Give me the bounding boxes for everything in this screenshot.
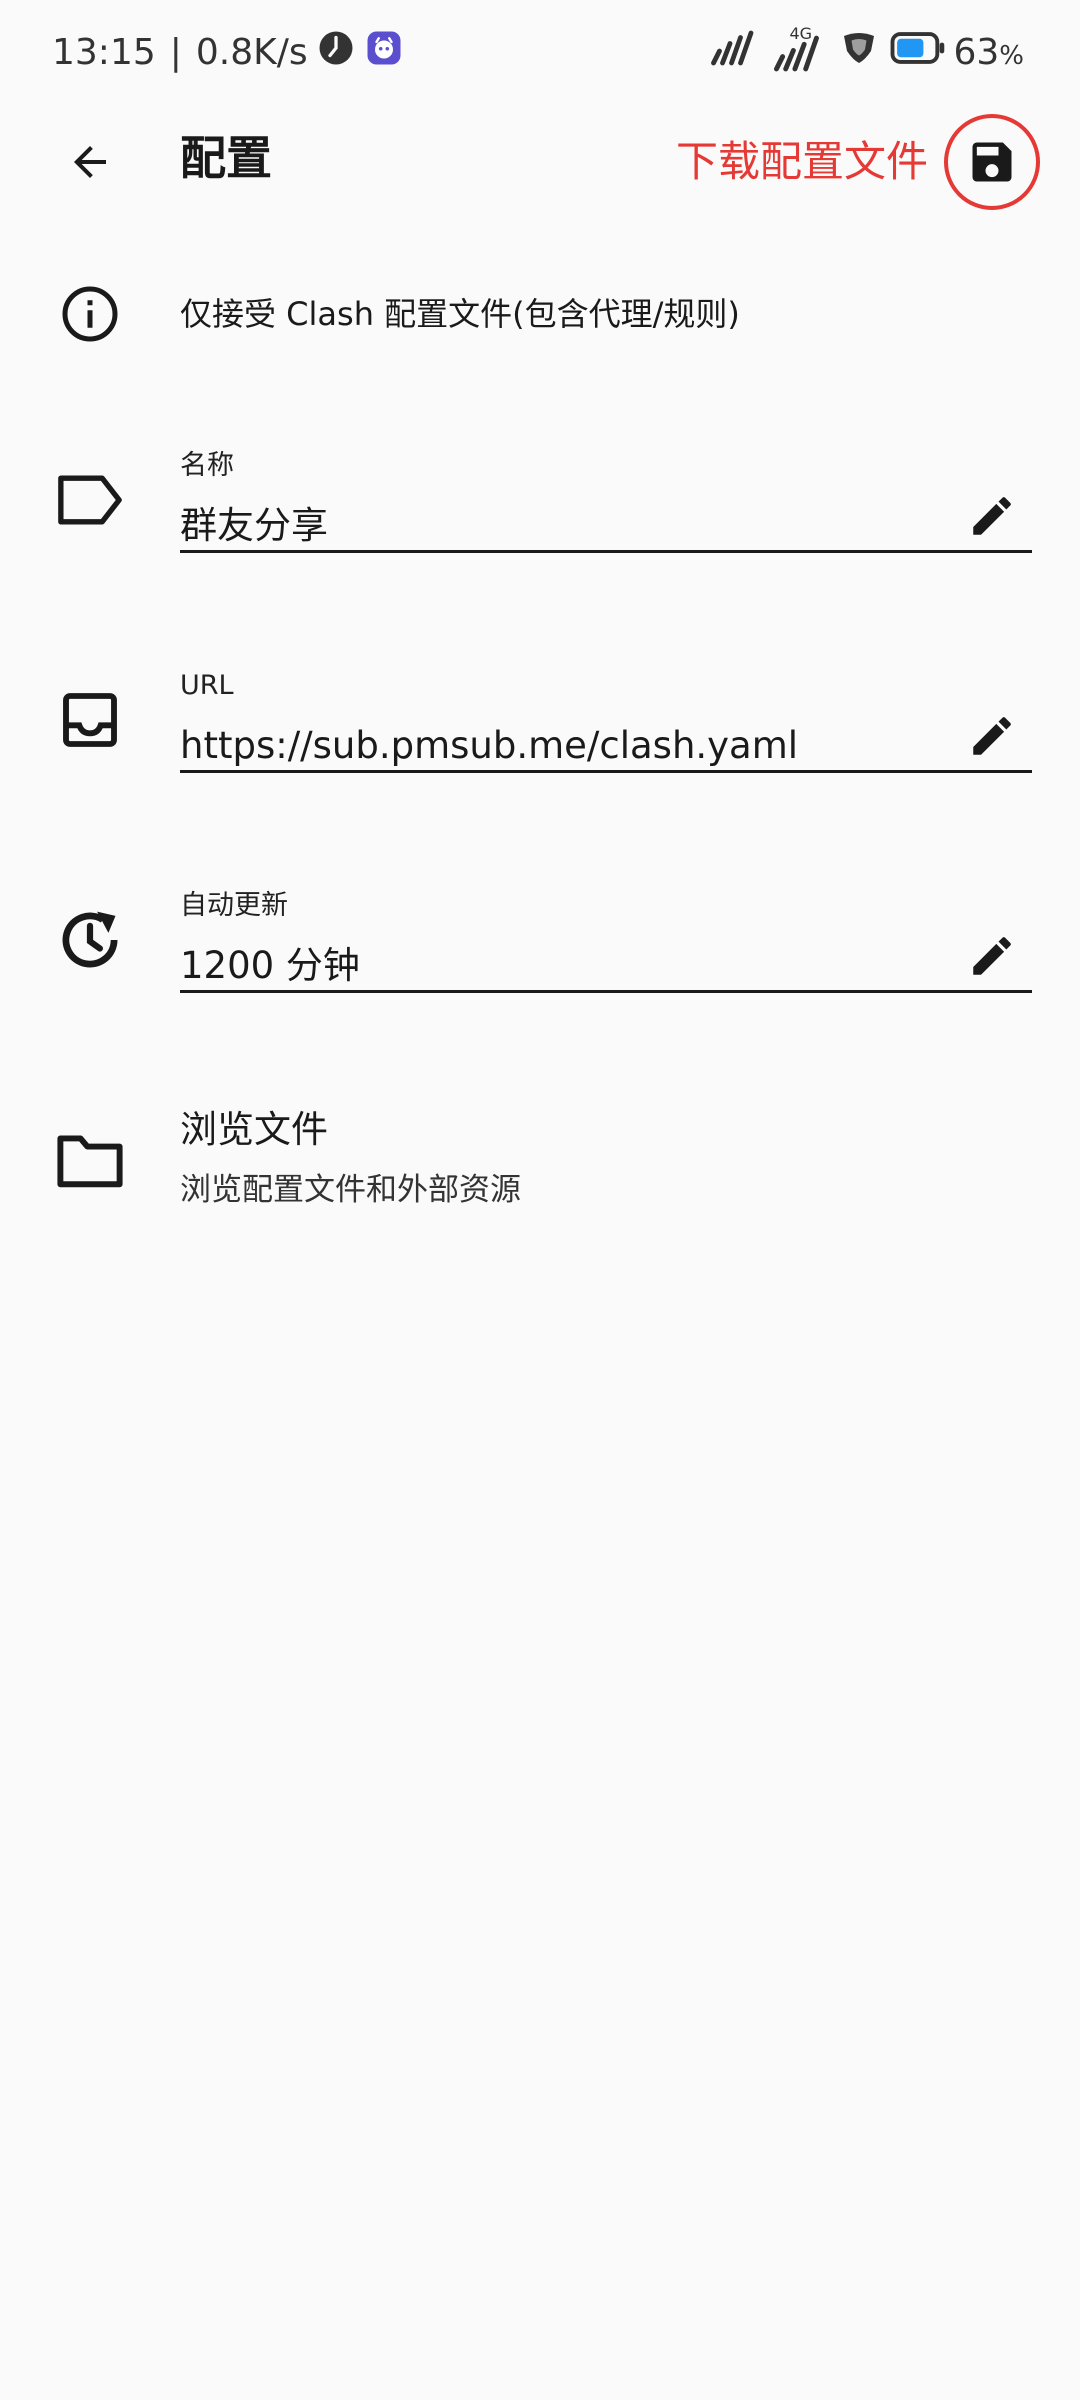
status-bar: 13:15 | 0.8K/s 4G 63%	[0, 0, 1080, 104]
name-edit-button[interactable]	[958, 482, 1026, 550]
url-field-row[interactable]: URL https://sub.pmsub.me/clash.yaml	[0, 660, 1080, 780]
signal-strength-icon	[709, 30, 757, 75]
back-button[interactable]	[52, 124, 128, 200]
arrow-back-icon	[74, 146, 106, 178]
shield-icon	[839, 30, 879, 75]
info-row: 仅接受 Clash 配置文件(包含代理/规则)	[0, 272, 1080, 356]
browse-files-subtitle: 浏览配置文件和外部资源	[180, 1172, 521, 1208]
signal-4g-icon: 4G	[767, 24, 829, 72]
name-field-row[interactable]: 名称 群友分享	[0, 440, 1080, 560]
network-type-label: 4G	[789, 24, 813, 43]
save-button[interactable]	[944, 114, 1040, 210]
auto-update-edit-button[interactable]	[958, 922, 1026, 990]
name-field-underline	[180, 550, 1032, 553]
url-edit-button[interactable]	[958, 702, 1026, 770]
page-title: 配置	[180, 131, 272, 185]
browse-files-title: 浏览文件	[180, 1108, 328, 1151]
info-icon	[52, 276, 128, 352]
auto-update-field-underline	[180, 990, 1032, 993]
app-notification-icon	[366, 30, 402, 75]
auto-update-field-row[interactable]: 自动更新 1200 分钟	[0, 880, 1080, 1000]
pencil-icon	[973, 717, 1011, 755]
label-tag-icon	[52, 462, 128, 538]
auto-update-field-label: 自动更新	[180, 890, 288, 921]
battery-percent: 63%	[953, 31, 1024, 73]
auto-update-field-value[interactable]: 1200 分钟	[180, 940, 360, 992]
info-text: 仅接受 Clash 配置文件(包含代理/规则)	[180, 295, 740, 333]
clock-notification-icon	[318, 30, 354, 75]
name-field-label: 名称	[180, 450, 234, 481]
url-field-label: URL	[180, 670, 234, 701]
url-field-underline	[180, 770, 1032, 773]
inbox-icon	[52, 682, 128, 758]
save-icon	[972, 142, 1012, 182]
download-profile-annotation: 下载配置文件	[675, 137, 928, 186]
browse-files-row[interactable]: 浏览文件 浏览配置文件和外部资源	[0, 1100, 1080, 1220]
status-bar-right: 4G 63%	[699, 24, 1024, 78]
name-field-value[interactable]: 群友分享	[180, 500, 328, 552]
update-clock-icon	[52, 902, 128, 978]
status-time: 13:15	[52, 31, 156, 73]
folder-icon	[52, 1122, 128, 1198]
app-bar: 配置 下载配置文件	[0, 104, 1080, 212]
profile-config-screen: 13:15 | 0.8K/s 4G 63% 配置 下载配置文件 仅接受 Clas…	[0, 0, 1080, 2400]
status-net-speed: 0.8K/s	[195, 31, 308, 73]
status-separator: |	[169, 31, 182, 73]
pencil-icon	[973, 497, 1011, 535]
pencil-icon	[973, 937, 1011, 975]
battery-icon	[889, 31, 947, 74]
status-bar-left: 13:15 | 0.8K/s	[52, 26, 402, 78]
url-field-value[interactable]: https://sub.pmsub.me/clash.yaml	[180, 720, 798, 772]
